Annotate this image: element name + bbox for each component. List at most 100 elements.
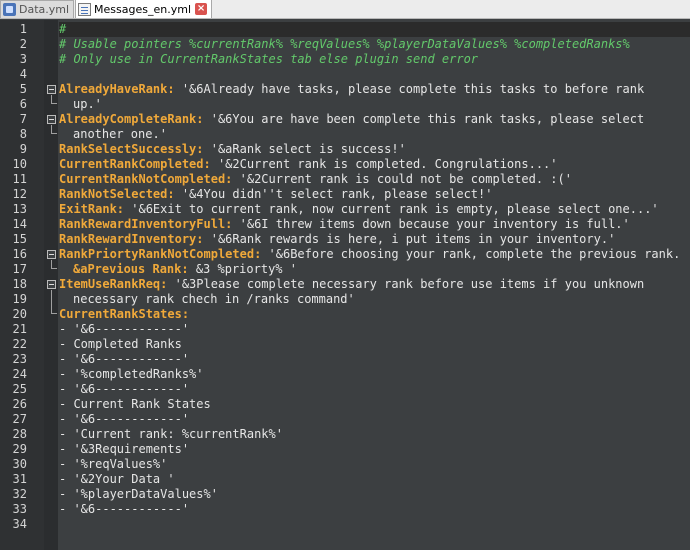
fold-toggle-icon[interactable] xyxy=(47,85,56,94)
yaml-key: AlreadyHaveRank: xyxy=(59,82,175,96)
code-line: - Completed Ranks xyxy=(59,337,690,352)
code-line: CurrentRankNotCompleted: '&2Current rank… xyxy=(59,172,690,187)
line-number: 18 xyxy=(12,277,27,291)
yaml-key: RankRewardInventory: xyxy=(59,232,204,246)
code-line: - '&2Your Data ' xyxy=(59,472,690,487)
yaml-key: CurrentRankNotCompleted: xyxy=(59,172,233,186)
yaml-value: '&3Please complete necessary rank before… xyxy=(167,277,645,291)
document-icon xyxy=(78,2,92,16)
yaml-list-item: - '%playerDataValues%' xyxy=(59,487,218,501)
tab-bar: Data.yml Messages_en.yml × xyxy=(0,0,690,19)
code-line: ExitRank: '&6Exit to current rank, now c… xyxy=(59,202,690,217)
yaml-list-item: - Completed Ranks xyxy=(59,337,182,351)
line-number: 32 xyxy=(12,487,27,501)
code-line: RankRewardInventory: '&6Rank rewards is … xyxy=(59,232,690,247)
fold-toggle-icon[interactable] xyxy=(47,250,56,259)
code-line: AlreadyCompleteRank: '&6You are have bee… xyxy=(59,112,690,127)
yaml-list-item: - '&6------------' xyxy=(59,322,190,336)
line-number: 11 xyxy=(12,172,27,186)
tab-messages-en-yml[interactable]: Messages_en.yml × xyxy=(75,0,213,18)
yaml-value: '&6Exit to current rank, now current ran… xyxy=(124,202,659,216)
fold-line xyxy=(51,260,52,268)
yaml-value: '&6You are have been complete this rank … xyxy=(203,112,645,126)
line-number: 22 xyxy=(12,337,27,351)
yml-file-icon xyxy=(3,3,16,16)
line-number: 12 xyxy=(12,187,27,201)
line-number: 28 xyxy=(12,427,27,441)
fold-end xyxy=(51,268,57,269)
code-editor[interactable]: 1 2 3 4 5 6 7 8 9 10 11 12 13 14 15 16 1… xyxy=(0,20,690,550)
line-number: 25 xyxy=(12,382,27,396)
yaml-key: RankRewardInventoryFull: xyxy=(59,217,233,231)
line-number: 6 xyxy=(19,97,27,111)
code-line: # Usable pointers %currentRank% %reqValu… xyxy=(59,37,690,52)
yaml-value: '&4You didn''t select rank, please selec… xyxy=(174,187,493,201)
yaml-key: AlreadyCompleteRank: xyxy=(59,112,204,126)
line-number: 13 xyxy=(12,202,27,216)
fold-line xyxy=(51,95,52,103)
yaml-value: '&2Current rank is completed. Congrulati… xyxy=(210,157,558,171)
line-number: 24 xyxy=(12,367,27,381)
yaml-value: '&6Rank rewards is here, i put items in … xyxy=(203,232,616,246)
line-number: 3 xyxy=(19,52,27,66)
code-line: - '&6------------' xyxy=(59,502,690,517)
yaml-key: ItemUseRankReq: xyxy=(59,277,168,291)
line-number: 17 xyxy=(12,262,27,276)
code-line: - '&3Requirements' xyxy=(59,442,690,457)
code-line: - 'Current rank: %currentRank%' xyxy=(59,427,690,442)
fold-line xyxy=(51,290,52,313)
line-number-gutter: 1 2 3 4 5 6 7 8 9 10 11 12 13 14 15 16 1… xyxy=(0,20,44,550)
yaml-value: up.' xyxy=(73,97,102,111)
fold-toggle-icon[interactable] xyxy=(47,115,56,124)
line-number: 27 xyxy=(12,412,27,426)
close-icon[interactable]: × xyxy=(195,3,208,15)
line-number: 34 xyxy=(12,517,27,531)
tab-data-yml[interactable]: Data.yml xyxy=(0,0,75,18)
code-line: CurrentRankStates: xyxy=(59,307,690,322)
yaml-list-item: - '%reqValues%' xyxy=(59,457,168,471)
yaml-list-item: - '&2Your Data ' xyxy=(59,472,175,486)
fold-line xyxy=(51,125,52,133)
yaml-list-item: - '&3Requirements' xyxy=(59,442,190,456)
yaml-value: another one.' xyxy=(73,127,167,141)
yaml-value: &3 %priorty% ' xyxy=(188,262,297,276)
yaml-value: '&6I threw items down because your inven… xyxy=(232,217,630,231)
code-line: - '%completedRanks%' xyxy=(59,367,690,382)
line-number: 29 xyxy=(12,442,27,456)
code-line: - '%playerDataValues%' xyxy=(59,487,690,502)
code-line: - Current Rank States xyxy=(59,397,690,412)
code-line: &aPrevious Rank: &3 %priorty% ' xyxy=(59,262,690,277)
tab-label: Messages_en.yml xyxy=(94,2,192,16)
line-number: 9 xyxy=(19,142,27,156)
comment: # Only use in CurrentRankStates tab else… xyxy=(59,52,479,66)
fold-end xyxy=(51,103,57,104)
yaml-list-item: - 'Current rank: %currentRank%' xyxy=(59,427,283,441)
yaml-list-item: - '&6------------' xyxy=(59,382,190,396)
line-number: 1 xyxy=(19,22,27,36)
code-line: RankNotSelected: '&4You didn''t select r… xyxy=(59,187,690,202)
yaml-key: CurrentRankStates: xyxy=(59,307,190,321)
yaml-list-item: - '%completedRanks%' xyxy=(59,367,204,381)
line-number: 31 xyxy=(12,472,27,486)
code-line: - '&6------------' xyxy=(59,412,690,427)
line-number: 4 xyxy=(19,67,27,81)
line-number: 10 xyxy=(12,157,27,171)
code-line: - '&6------------' xyxy=(59,382,690,397)
fold-toggle-icon[interactable] xyxy=(47,280,56,289)
yaml-list-item: - '&6------------' xyxy=(59,352,190,366)
fold-end xyxy=(51,313,57,314)
line-number: 16 xyxy=(12,247,27,261)
line-number: 26 xyxy=(12,397,27,411)
yaml-value: '&2Current rank is could not be complete… xyxy=(232,172,572,186)
yaml-list-item: - '&6------------' xyxy=(59,412,190,426)
code-line: necessary rank chech in /ranks command' xyxy=(59,292,690,307)
code-line: up.' xyxy=(59,97,690,112)
yaml-key: RankSelectSuccessly: xyxy=(59,142,204,156)
code-content[interactable]: # # Usable pointers %currentRank% %reqVa… xyxy=(59,22,690,532)
code-line: # Only use in CurrentRankStates tab else… xyxy=(59,52,690,67)
tab-label: Data.yml xyxy=(19,3,70,16)
line-number: 7 xyxy=(19,112,27,126)
line-number: 20 xyxy=(12,307,27,321)
